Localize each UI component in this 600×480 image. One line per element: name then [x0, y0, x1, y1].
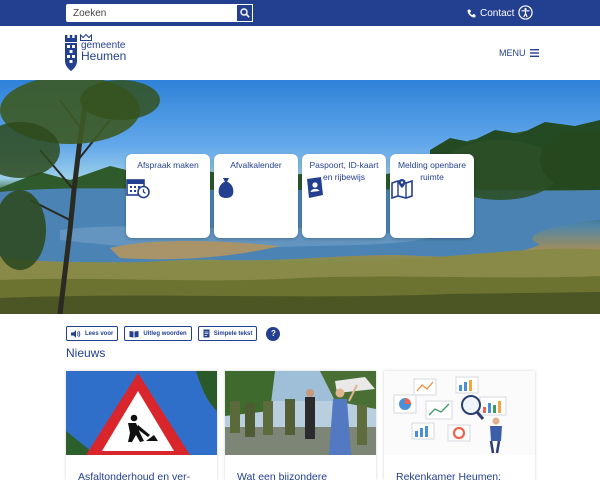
simple-text-button[interactable]: Simpele tekst: [197, 326, 258, 341]
search-input[interactable]: [66, 4, 237, 22]
document-icon: [203, 329, 210, 338]
tile-label: Afspraak maken: [137, 160, 199, 170]
explain-words-label: Uitleg woorden: [143, 330, 187, 337]
map-icon: [391, 179, 413, 200]
logo-line2: Heumen: [81, 49, 127, 63]
readspeaker-toolbar: Lees voor Uitleg woorden Simpele tekst ?: [66, 326, 281, 341]
hamburger-icon: [529, 49, 539, 57]
tile-melding-openbare-ruimte[interactable]: Melding openbare ruimte: [390, 154, 474, 238]
menu-label: MENU: [499, 48, 526, 58]
news-card-title: Rekenkamer Heumen:: [396, 471, 502, 480]
read-aloud-button[interactable]: Lees voor: [66, 326, 119, 341]
tile-afspraak-maken[interactable]: Afspraak maken: [126, 154, 210, 238]
site-header: gemeente Heumen MENU: [0, 26, 600, 80]
menu-button[interactable]: MENU: [499, 46, 539, 60]
book-icon: [129, 330, 139, 337]
hero-landscape-image: [0, 80, 600, 314]
crest-icon: [65, 35, 77, 71]
parade-photo-image: [225, 371, 376, 455]
news-card[interactable]: Rekenkamer Heumen:: [384, 371, 535, 480]
news-card-image: [384, 371, 535, 455]
tile-afvalkalender[interactable]: Afvalkalender: [214, 154, 298, 238]
news-card-image: [225, 371, 376, 455]
help-button[interactable]: ?: [266, 326, 281, 341]
explain-words-button[interactable]: Uitleg woorden: [124, 326, 192, 341]
data-analysis-illustration: [384, 371, 535, 455]
phone-icon: [467, 8, 476, 18]
calendar-icon: [126, 179, 150, 199]
tile-paspoort[interactable]: Paspoort, ID-kaart en rijbewijs: [302, 154, 386, 238]
news-card[interactable]: Wat een bijzondere: [225, 371, 376, 480]
speaker-icon: [71, 329, 81, 338]
search-button[interactable]: [237, 4, 253, 22]
logo-text: gemeente Heumen: [81, 40, 126, 62]
contact-label: Contact: [480, 7, 515, 19]
roadwork-sign-image: [66, 371, 217, 455]
simple-text-label: Simpele tekst: [213, 330, 253, 337]
search-form: [66, 4, 253, 22]
search-icon: [239, 8, 250, 18]
accessibility-icon[interactable]: [518, 5, 533, 20]
news-card-image: [66, 371, 217, 455]
read-aloud-label: Lees voor: [85, 330, 114, 337]
news-heading: Nieuws: [66, 346, 106, 360]
news-card-title: Wat een bijzondere: [237, 471, 328, 480]
site-logo[interactable]: gemeente Heumen: [64, 34, 144, 74]
contact-link[interactable]: Contact: [467, 5, 514, 21]
hero-banner: Afspraak maken Afvalkalender Paspoort, I…: [0, 80, 600, 314]
tile-label: Afvalkalender: [230, 160, 282, 170]
passport-icon: [307, 177, 323, 198]
news-card-title: Asfaltonderhoud en ver-: [78, 471, 191, 480]
garbage-bag-icon: [218, 178, 234, 198]
top-bar: Contact: [0, 0, 600, 26]
news-card[interactable]: Asfaltonderhoud en ver-: [66, 371, 217, 480]
